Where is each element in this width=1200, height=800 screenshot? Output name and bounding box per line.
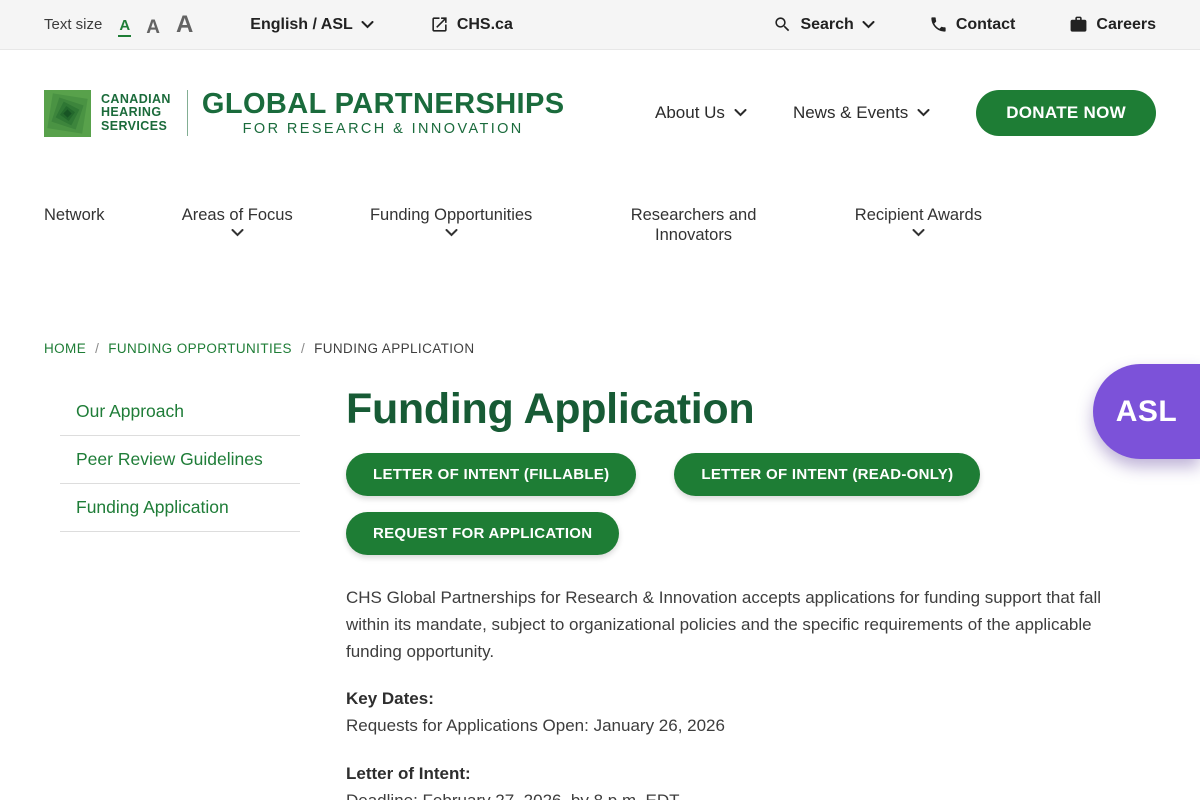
logo-org-line3: SERVICES xyxy=(101,120,171,133)
topbar-right: Search Contact Careers xyxy=(773,15,1156,34)
nav-news-events[interactable]: News & Events xyxy=(793,103,930,123)
site-title: GLOBAL PARTNERSHIPS xyxy=(202,89,565,119)
key-dates-block: Key Dates: Requests for Applications Ope… xyxy=(346,685,1140,739)
key-dates-line: Requests for Applications Open: January … xyxy=(346,712,1140,739)
sidebar-menu: Our Approach Peer Review Guidelines Fund… xyxy=(60,388,300,532)
main-content: Funding Application LETTER OF INTENT (FI… xyxy=(346,384,1140,800)
page-title: Funding Application xyxy=(346,384,1140,436)
chevron-down-icon xyxy=(231,229,244,237)
breadcrumb-current: FUNDING APPLICATION xyxy=(314,341,474,356)
site-title-block: GLOBAL PARTNERSHIPS FOR RESEARCH & INNOV… xyxy=(202,89,565,137)
site-header: CANADIAN HEARING SERVICES GLOBAL PARTNER… xyxy=(0,50,1200,176)
text-size-label: Text size xyxy=(44,16,102,33)
chevron-down-icon xyxy=(445,229,458,237)
intro-paragraph: CHS Global Partnerships for Research & I… xyxy=(346,584,1140,666)
logo-org-line2: HEARING xyxy=(101,106,171,119)
contact-link[interactable]: Contact xyxy=(929,15,1016,34)
sidebar-item-our-approach[interactable]: Our Approach xyxy=(60,388,300,436)
logo-org-name: CANADIAN HEARING SERVICES xyxy=(101,93,171,133)
nav-network[interactable]: Network xyxy=(44,205,105,225)
sidebar-item-funding-application[interactable]: Funding Application xyxy=(60,484,300,532)
letter-of-intent-readonly-button[interactable]: LETTER OF INTENT (READ-ONLY) xyxy=(674,453,980,496)
nav-researchers-innovators[interactable]: Researchers and Innovators xyxy=(610,205,778,245)
breadcrumb-separator: / xyxy=(95,341,99,356)
nav-recipient-awards[interactable]: Recipient Awards xyxy=(855,205,982,237)
phone-icon xyxy=(929,15,948,34)
letter-of-intent-deadline: Deadline: February 27, 2026, by 8 p.m. E… xyxy=(346,787,1140,800)
careers-link[interactable]: Careers xyxy=(1069,15,1156,34)
language-selector[interactable]: English / ASL xyxy=(250,16,374,34)
language-label: English / ASL xyxy=(250,16,353,34)
section-nav: Network Areas of Focus Funding Opportuni… xyxy=(44,205,982,245)
logo-org-line1: CANADIAN xyxy=(101,93,171,106)
nav-areas-of-focus[interactable]: Areas of Focus xyxy=(182,205,293,237)
careers-label: Careers xyxy=(1096,16,1156,34)
sidebar-item-peer-review-guidelines[interactable]: Peer Review Guidelines xyxy=(60,436,300,484)
chevron-down-icon xyxy=(862,21,875,29)
nav-areas-of-focus-label: Areas of Focus xyxy=(182,206,293,224)
letter-of-intent-block: Letter of Intent: Deadline: February 27,… xyxy=(346,760,1140,800)
search-toggle[interactable]: Search xyxy=(773,15,874,34)
breadcrumb-home[interactable]: HOME xyxy=(44,341,86,356)
nav-recipient-awards-label: Recipient Awards xyxy=(855,206,982,224)
key-dates-heading: Key Dates: xyxy=(346,685,1140,712)
nav-researchers-innovators-label: Researchers and Innovators xyxy=(631,206,757,244)
breadcrumb-separator: / xyxy=(301,341,305,356)
header-nav: About Us News & Events DONATE NOW xyxy=(655,90,1156,136)
top-utility-bar: Text size A A A English / ASL CHS.ca Sea… xyxy=(0,0,1200,50)
briefcase-icon xyxy=(1069,15,1088,34)
nav-about-us[interactable]: About Us xyxy=(655,103,747,123)
nav-about-us-label: About Us xyxy=(655,103,725,123)
breadcrumb-funding-opportunities[interactable]: FUNDING OPPORTUNITIES xyxy=(108,341,292,356)
chs-logo-icon xyxy=(44,90,91,137)
letter-of-intent-heading: Letter of Intent: xyxy=(346,760,1140,787)
chevron-down-icon xyxy=(917,109,930,117)
breadcrumb: HOME / FUNDING OPPORTUNITIES / FUNDING A… xyxy=(44,341,474,356)
chevron-down-icon xyxy=(912,229,925,237)
external-link-icon xyxy=(430,15,449,34)
contact-label: Contact xyxy=(956,16,1016,34)
nav-network-label: Network xyxy=(44,206,105,224)
nav-funding-opportunities-label: Funding Opportunities xyxy=(370,206,532,224)
chevron-down-icon xyxy=(734,109,747,117)
page: Text size A A A English / ASL CHS.ca Sea… xyxy=(0,0,1200,800)
asl-button[interactable]: ASL xyxy=(1093,364,1200,459)
document-buttons: LETTER OF INTENT (FILLABLE) LETTER OF IN… xyxy=(346,453,1140,555)
chs-site-link[interactable]: CHS.ca xyxy=(430,15,513,34)
site-logo[interactable]: CANADIAN HEARING SERVICES GLOBAL PARTNER… xyxy=(44,89,564,137)
text-size-controls: A A A xyxy=(118,13,194,37)
nav-news-events-label: News & Events xyxy=(793,103,908,123)
text-size-medium-button[interactable]: A xyxy=(145,18,161,37)
nav-funding-opportunities[interactable]: Funding Opportunities xyxy=(370,205,532,237)
topbar-left: Text size A A A English / ASL CHS.ca xyxy=(44,13,513,37)
request-for-application-button[interactable]: REQUEST FOR APPLICATION xyxy=(346,512,619,555)
letter-of-intent-fillable-button[interactable]: LETTER OF INTENT (FILLABLE) xyxy=(346,453,636,496)
text-size-large-button[interactable]: A xyxy=(175,13,194,37)
chevron-down-icon xyxy=(361,21,374,29)
donate-now-button[interactable]: DONATE NOW xyxy=(976,90,1156,136)
logo-divider xyxy=(187,90,188,136)
search-icon xyxy=(773,15,792,34)
text-size-small-button[interactable]: A xyxy=(118,18,131,37)
chs-site-link-label: CHS.ca xyxy=(457,16,513,34)
site-subtitle: FOR RESEARCH & INNOVATION xyxy=(202,121,565,137)
search-label: Search xyxy=(800,16,853,34)
